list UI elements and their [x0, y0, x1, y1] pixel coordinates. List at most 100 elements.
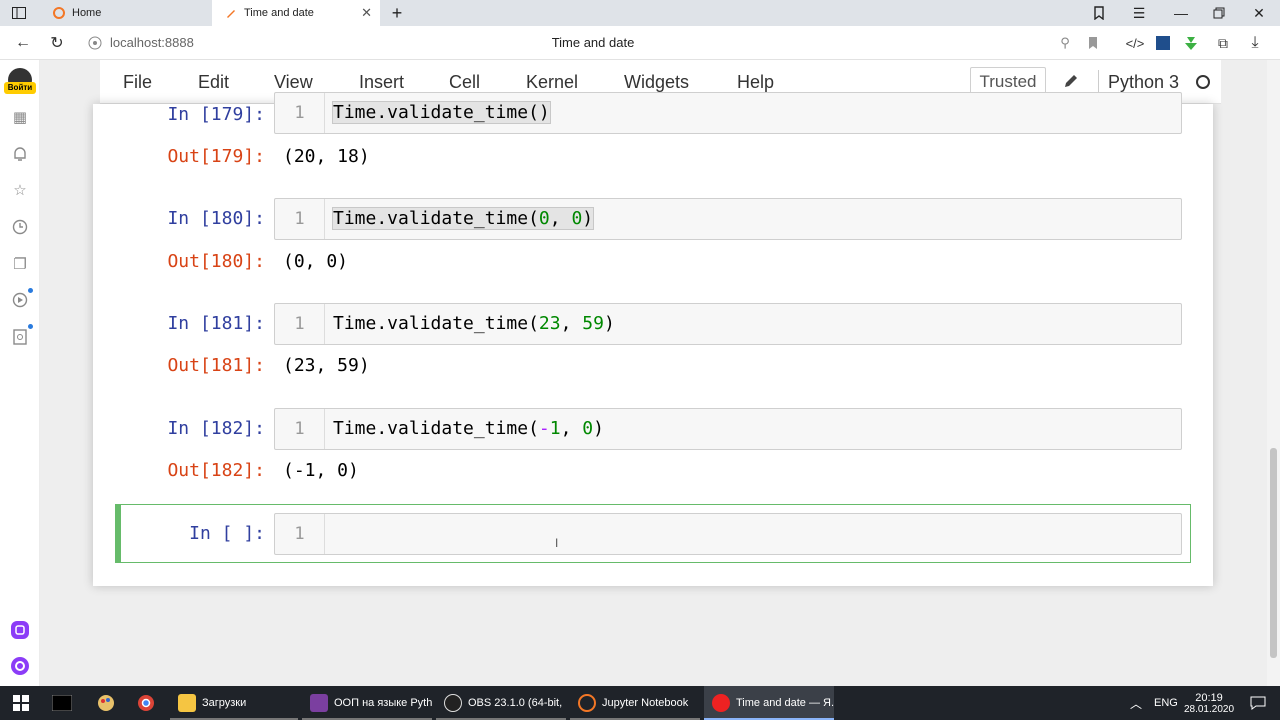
line-number: 1	[275, 304, 325, 344]
clock[interactable]: 20:19 28.01.2020	[1184, 686, 1234, 720]
extension-icon[interactable]	[1152, 32, 1174, 54]
code-number: 23	[538, 313, 561, 334]
chrome-app-icon[interactable]	[134, 686, 158, 720]
code-cell-input[interactable]: 1 Time.validate_time(0, 0)	[274, 198, 1182, 240]
edit-pencil-icon[interactable]	[1062, 72, 1082, 92]
paint-app-icon[interactable]	[94, 686, 118, 720]
new-tab-button[interactable]: +	[386, 3, 408, 23]
page-scrollbar[interactable]	[1267, 60, 1280, 686]
cell-output-prompt: Out[182]:	[167, 460, 265, 481]
start-button[interactable]	[8, 686, 34, 720]
taskbar-item-label: Загрузки	[202, 697, 247, 709]
code-cell-input[interactable]: 1 Time.validate_time(23, 59)	[274, 303, 1182, 345]
cell-input-prompt: In [182]:	[167, 418, 265, 439]
menu-view[interactable]: View	[274, 72, 313, 93]
screenshot-icon[interactable]: ⧉	[1212, 32, 1234, 54]
tray-expand-icon[interactable]: ︿	[1130, 686, 1142, 720]
close-window-icon[interactable]: ✕	[1248, 3, 1270, 23]
cell-output-prompt: Out[180]:	[167, 251, 265, 272]
taskbar-item-label: OBS 23.1.0 (64-bit, ...	[468, 697, 566, 709]
taskbar-item-label: Jupyter Notebook	[602, 697, 689, 709]
menu-edit[interactable]: Edit	[198, 72, 229, 93]
star-icon[interactable]: ☆	[10, 180, 30, 200]
code-number: 0	[538, 208, 550, 229]
notification-dot	[28, 288, 33, 293]
bookmarks-icon[interactable]	[1088, 3, 1110, 23]
cell-input-prompt: In [181]:	[167, 313, 265, 334]
login-badge[interactable]: Войти	[4, 82, 36, 94]
code-line: Time.validate_time()	[332, 93, 551, 133]
video-icon[interactable]	[10, 290, 30, 310]
cell-output: (23, 59)	[283, 355, 370, 376]
code-line: Time.validate_time(23, 59)	[333, 304, 615, 344]
page-title: Time and date	[551, 35, 635, 50]
menu-icon[interactable]: ☰	[1128, 3, 1150, 23]
history-icon[interactable]	[10, 217, 30, 237]
clock-time: 20:19	[1195, 691, 1223, 704]
taskbar-item-jupyter[interactable]: Jupyter Notebook	[570, 686, 700, 720]
bell-icon[interactable]	[10, 144, 30, 164]
address-bar: ← ↻ localhost:8888 Time and date ⚲ </> ⧉…	[0, 26, 1280, 60]
line-number: 1	[275, 199, 325, 239]
menu-widgets[interactable]: Widgets	[624, 72, 689, 93]
taskbar-item-downloads[interactable]: Загрузки	[170, 686, 298, 720]
cell-output-prompt: Out[179]:	[167, 146, 265, 167]
search-icon[interactable]: ⚲	[1054, 32, 1076, 54]
menu-cell[interactable]: Cell	[449, 72, 480, 93]
collections-icon[interactable]: ❐	[10, 254, 30, 274]
menu-insert[interactable]: Insert	[359, 72, 404, 93]
code-text: )	[593, 418, 604, 439]
code-text: Time.validate_time()	[332, 101, 551, 124]
menu-help[interactable]: Help	[737, 72, 774, 93]
page-content: File Edit View Insert Cell Kernel Widget…	[40, 60, 1267, 686]
jupyter-logo-icon	[52, 6, 66, 20]
code-cell-input[interactable]: 1 Time.validate_time(-1, 0)	[274, 408, 1182, 450]
taskbar-item-oop-python[interactable]: ООП на языке Pyth...	[302, 686, 432, 720]
cell-output: (-1, 0)	[283, 460, 359, 481]
code-text: Time.validate_time(	[333, 208, 539, 229]
clock-date: 28.01.2020	[1183, 703, 1235, 715]
tab-home[interactable]: Home	[40, 0, 212, 26]
input-language[interactable]: ENG	[1154, 686, 1178, 720]
downloads-icon[interactable]: ⤓	[1244, 32, 1266, 54]
code-text: Time.validate_time(	[333, 313, 539, 334]
code-line: Time.validate_time(-1, 0)	[333, 409, 604, 449]
menu-file[interactable]: File	[123, 72, 152, 93]
taskbar-item-label: ООП на языке Pyth...	[334, 697, 432, 709]
grid-icon[interactable]: ▦	[10, 107, 30, 127]
download-extension-icon[interactable]	[1180, 32, 1202, 54]
alice-assistant-icon[interactable]	[10, 656, 30, 676]
minimize-icon[interactable]: —	[1170, 3, 1192, 23]
notebook-icon	[224, 6, 238, 20]
terminal-app-icon[interactable]	[50, 686, 74, 720]
cell-output-prompt: Out[181]:	[167, 355, 265, 376]
code-number: 1	[549, 418, 561, 439]
cell-input-prompt: In [179]:	[167, 104, 265, 125]
taskbar-item-time-and-date[interactable]: Time and date — Я...	[704, 686, 834, 720]
menu-kernel[interactable]: Kernel	[526, 72, 578, 93]
tab-time-and-date[interactable]: Time and date ✕	[212, 0, 380, 26]
obs-icon	[444, 694, 462, 712]
code-cell-input[interactable]: 1	[274, 513, 1182, 555]
taskbar-item-obs[interactable]: OBS 23.1.0 (64-bit, ...	[436, 686, 566, 720]
taskbar-item-label: Time and date — Я...	[736, 697, 834, 709]
code-text: ,	[560, 313, 583, 334]
maximize-icon[interactable]	[1208, 3, 1230, 23]
tab-label: Home	[72, 7, 102, 19]
line-number: 1	[275, 93, 325, 133]
notifications-icon[interactable]	[1250, 686, 1266, 720]
dev-tools-icon[interactable]: </>	[1124, 32, 1146, 54]
notebook-container: In [179]: 1 Time.validate_time() Out[179…	[93, 92, 1213, 586]
messenger-icon[interactable]	[10, 620, 30, 640]
cell-output: (20, 18)	[283, 146, 370, 167]
close-tab-icon[interactable]: ✕	[361, 5, 372, 21]
kernel-name: Python 3	[1108, 72, 1180, 92]
cell-input-prompt: In [180]:	[167, 208, 265, 229]
scrollbar-thumb[interactable]	[1270, 448, 1277, 658]
tabs-panel-icon[interactable]	[8, 3, 30, 23]
code-cell-input[interactable]: 1 Time.validate_time()	[274, 92, 1182, 134]
bookmark-page-icon[interactable]	[1082, 32, 1104, 54]
jupyter-logo-icon	[578, 694, 596, 712]
document-search-icon[interactable]	[10, 327, 30, 347]
line-number: 1	[275, 409, 325, 449]
